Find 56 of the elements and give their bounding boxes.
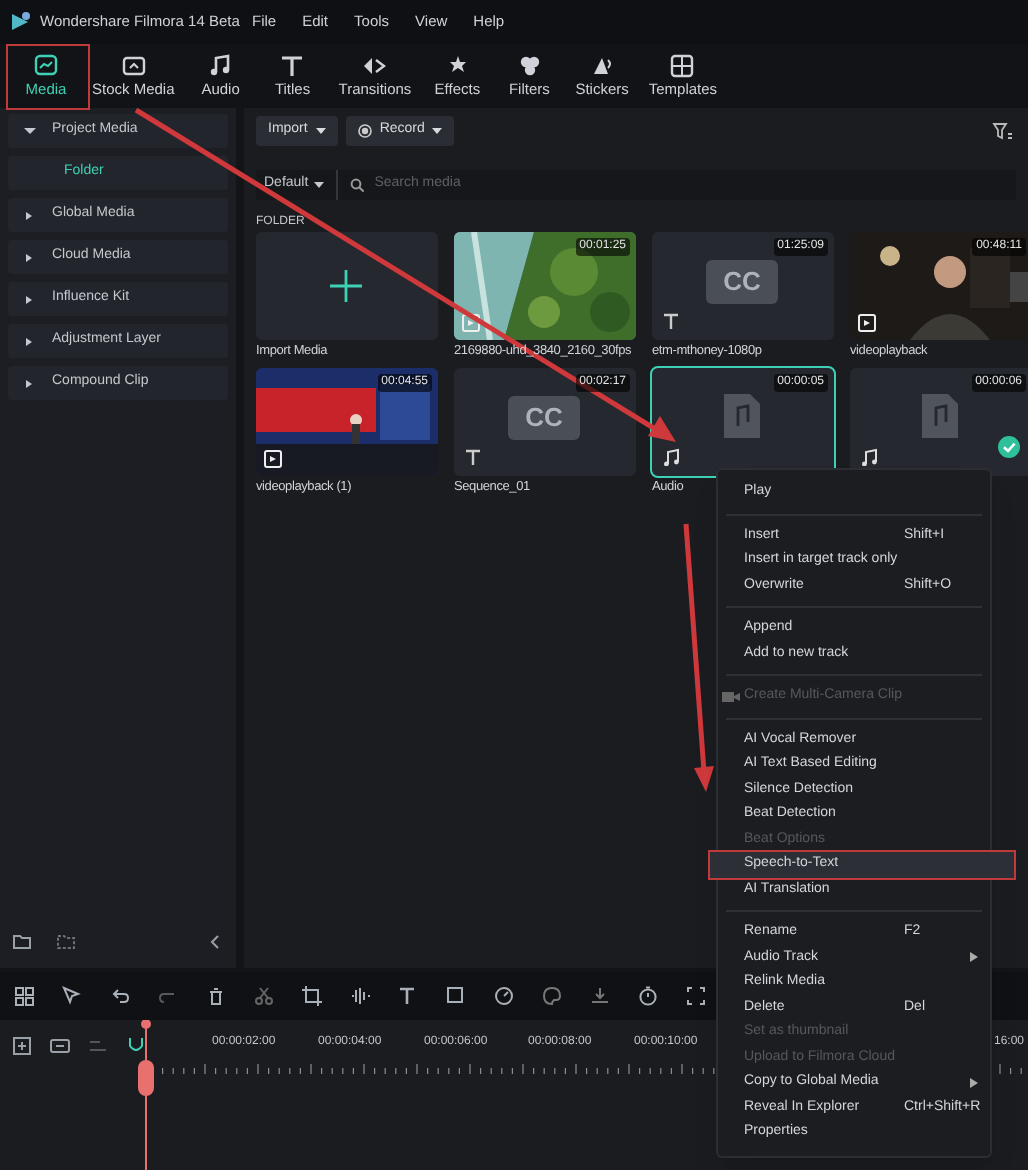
trash-icon[interactable] — [206, 986, 226, 1006]
text-icon — [278, 52, 307, 80]
text-icon — [464, 448, 482, 466]
crop-icon[interactable] — [302, 986, 322, 1006]
text-tool-icon[interactable] — [398, 986, 418, 1006]
audio-wave-icon[interactable] — [350, 986, 370, 1006]
cloud-folder-icon — [119, 52, 148, 80]
dropdown-caret-icon — [315, 127, 326, 135]
music-note-icon — [206, 52, 235, 80]
text-icon — [662, 312, 680, 330]
record-icon — [357, 124, 372, 138]
filter-icon[interactable] — [992, 121, 1012, 141]
dropdown-caret-icon — [432, 127, 443, 135]
app-logo-icon — [8, 10, 32, 34]
timer-icon[interactable] — [638, 986, 658, 1006]
snap-icon[interactable] — [126, 1036, 146, 1056]
highlight-frame — [6, 44, 90, 110]
playhead[interactable] — [138, 1020, 154, 1170]
expand-caret-icon — [24, 335, 36, 347]
grid-icon[interactable] — [14, 986, 34, 1006]
media-thumbnail[interactable] — [256, 232, 438, 340]
circles-icon — [515, 52, 544, 80]
download-icon[interactable] — [590, 986, 610, 1006]
submenu-caret-icon — [970, 1077, 978, 1088]
video-clip-icon — [858, 314, 876, 332]
music-note-icon — [662, 448, 680, 466]
audio-file-icon — [920, 392, 960, 440]
focus-frame-icon[interactable] — [686, 986, 706, 1006]
dropdown-caret-icon — [314, 181, 325, 189]
square-icon[interactable] — [446, 986, 466, 1006]
expand-caret-icon — [24, 377, 36, 389]
pointer-icon[interactable] — [62, 986, 82, 1006]
video-clip-icon — [462, 314, 480, 332]
expand-caret-icon — [24, 251, 36, 263]
undo-icon[interactable] — [110, 986, 130, 1006]
new-folder-icon[interactable] — [12, 932, 32, 952]
add-track-icon[interactable] — [12, 1036, 32, 1056]
caption-badge: CC — [508, 396, 580, 440]
audio-file-icon — [722, 392, 762, 440]
plus-icon — [330, 270, 362, 302]
expand-caret-icon — [24, 209, 36, 221]
media-icon — [32, 52, 60, 80]
link-icon[interactable] — [50, 1036, 70, 1056]
caption-badge: CC — [706, 260, 778, 304]
collapse-caret-icon — [24, 125, 36, 137]
expand-caret-icon — [24, 293, 36, 305]
search-icon — [350, 178, 365, 192]
track-lines-icon[interactable] — [88, 1036, 108, 1056]
collapse-panel-icon[interactable] — [208, 934, 224, 950]
camera-icon — [722, 690, 740, 704]
video-clip-icon — [264, 450, 282, 468]
template-icon — [668, 52, 697, 80]
music-note-icon — [860, 448, 878, 466]
submenu-caret-icon — [970, 952, 978, 963]
scissors-icon[interactable] — [254, 986, 274, 1006]
speed-icon[interactable] — [494, 986, 514, 1006]
